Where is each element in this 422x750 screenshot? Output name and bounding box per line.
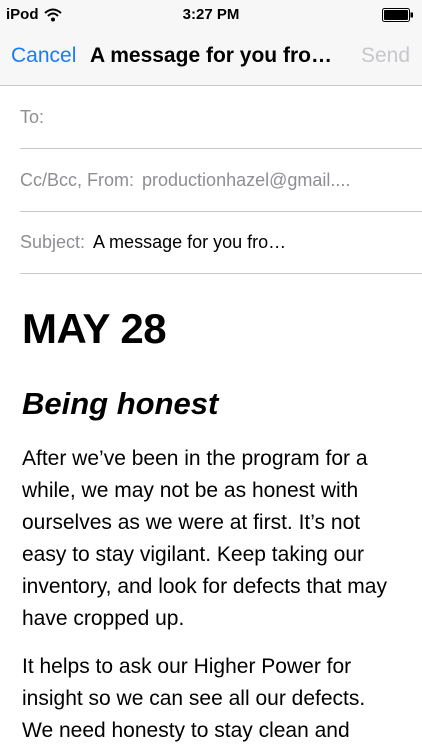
cc-bcc-from-label: Cc/Bcc, From: <box>20 169 135 190</box>
compose-nav-bar: Cancel A message for you fro… Send <box>0 30 422 86</box>
to-label: To: <box>20 106 45 127</box>
subject-label: Subject: <box>20 231 86 252</box>
cancel-button[interactable]: Cancel <box>11 44 76 68</box>
battery-icon <box>382 8 413 22</box>
message-date: MAY 28 <box>22 305 167 352</box>
from-address[interactable]: productionhazel@gmail.... <box>142 170 382 191</box>
subject-input[interactable]: A message for you fro… <box>93 232 286 253</box>
subject-field[interactable]: Subject: A message for you fro… <box>20 211 422 274</box>
status-bar: iPod 3:27 PM <box>0 0 422 30</box>
message-paragraph: It helps to ask our Higher Power for ins… <box>22 655 366 742</box>
message-body[interactable]: MAY 28 Being honest After we’ve been in … <box>22 272 402 747</box>
cc-bcc-from-field[interactable]: Cc/Bcc, From: productionhazel@gmail.... <box>20 149 422 212</box>
compose-title: A message for you fro… <box>90 44 332 67</box>
message-paragraph: After we’ve been in the program for a wh… <box>22 447 387 630</box>
message-heading: Being honest <box>22 386 219 421</box>
to-field[interactable]: To: <box>20 86 422 149</box>
clock: 3:27 PM <box>182 6 240 23</box>
send-button[interactable]: Send <box>361 44 410 68</box>
